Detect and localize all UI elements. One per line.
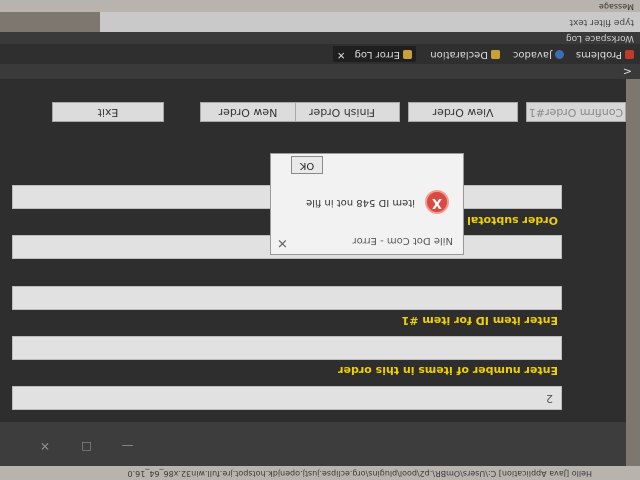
confirm-order-button[interactable]: Confirm Order#1 (526, 102, 626, 122)
problems-icon (625, 50, 634, 60)
filter-input[interactable]: type filter text (100, 12, 640, 32)
declaration-icon (491, 50, 500, 60)
order-form: 2 Enter number of items in this order En… (0, 79, 626, 422)
dialog-message: item ID 548 not in file (306, 197, 415, 208)
javadoc-icon (555, 50, 564, 60)
dialog-title: Nile Dot Com - Error (352, 235, 453, 246)
dialog-ok-button[interactable]: OK (291, 156, 323, 174)
app-window-titlebar: — ☐ ✕ (0, 422, 626, 466)
window-controls: — ☐ ✕ (26, 439, 134, 453)
views-collapse-strip: < (0, 64, 640, 79)
console-title-bar: Hello [Java Application] C:\Users\OmBR\.… (0, 466, 640, 480)
finish-order-button[interactable]: Finish Order (284, 102, 400, 122)
close-button[interactable]: ✕ (26, 439, 50, 453)
collapse-icon[interactable]: < (623, 65, 640, 78)
num-items-label: Enter number of items in this order (338, 364, 558, 377)
console-title-text: Hello [Java Application] C:\Users\OmBR\.… (127, 469, 592, 478)
view-order-button[interactable]: View Order (408, 102, 518, 122)
tab-error-log[interactable]: Error Log ✕ (333, 46, 416, 62)
tab-problems[interactable]: Problems (576, 49, 634, 60)
workspace-log-label: Workspace Log (0, 32, 640, 44)
message-column-header[interactable]: Message (0, 0, 640, 12)
minimize-button[interactable]: — (108, 439, 134, 453)
quantity-input[interactable] (12, 286, 562, 310)
item-id-label: Enter item ID for item #1 (401, 314, 558, 327)
button-row: Confirm Order#1 View Order Finish Order … (0, 98, 626, 122)
tab-javadoc[interactable]: Javadoc (513, 49, 564, 60)
filter-placeholder: type filter text (569, 17, 634, 27)
num-items-input[interactable]: 2 (12, 386, 562, 410)
item-id-input[interactable] (12, 336, 562, 360)
error-icon: X (425, 190, 449, 214)
view-tabs: Problems Javadoc Declaration Error Log ✕ (0, 44, 640, 64)
maximize-button[interactable]: ☐ (67, 439, 92, 453)
error-log-icon (403, 50, 412, 60)
error-dialog: Nile Dot Com - Error ✕ X item ID 548 not… (270, 153, 464, 255)
tab-declaration[interactable]: Declaration (430, 49, 500, 60)
exit-button[interactable]: Exit (52, 102, 164, 122)
tab-close-icon[interactable]: ✕ (337, 49, 345, 60)
dialog-close-icon[interactable]: ✕ (277, 235, 288, 250)
new-order-button[interactable]: New Order (200, 102, 296, 122)
